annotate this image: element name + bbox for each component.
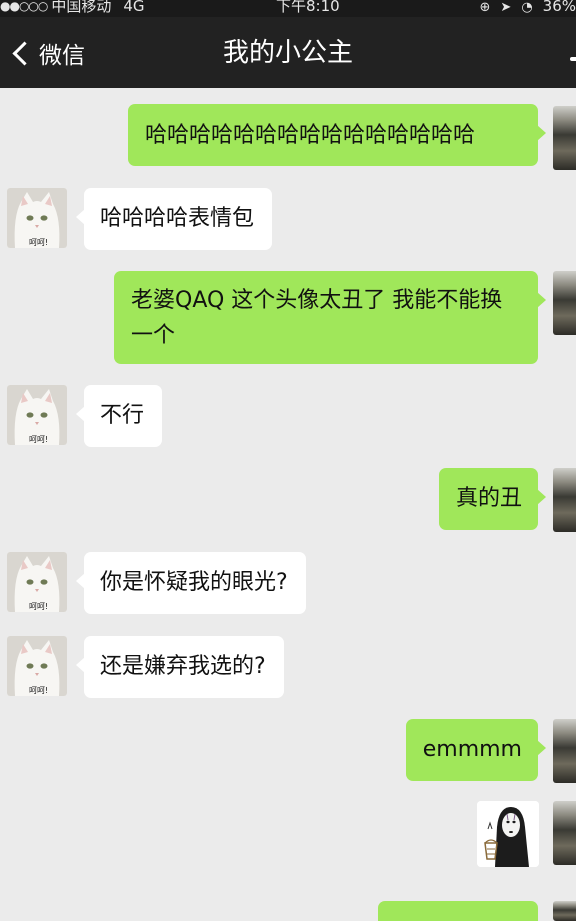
my-avatar[interactable]: [553, 801, 576, 865]
message-text: 你是怀疑我的眼光?: [100, 570, 288, 595]
status-left: ●●○○○ 中国移动 4G: [0, 0, 145, 15]
message-text: 哈哈哈哈表情包: [100, 206, 254, 231]
avatar-caption: 呵呵!: [29, 238, 48, 247]
contact-avatar[interactable]: 呵呵!: [7, 552, 67, 612]
alarm-icon: ◔: [521, 0, 532, 16]
my-avatar[interactable]: [553, 106, 576, 170]
no-face-sticker[interactable]: [477, 801, 539, 867]
more-options-icon[interactable]: [570, 57, 576, 61]
contact-avatar[interactable]: 呵呵!: [7, 636, 67, 696]
chat-messages[interactable]: 哈哈哈哈哈哈哈哈哈哈哈哈哈哈哈 呵呵! 哈哈哈哈表情包 老婆QAQ 这个头像太丑…: [0, 88, 576, 910]
signal-strength-icon: ●●○○○: [0, 0, 47, 13]
location-arrow-icon: ➤: [500, 0, 511, 16]
network-type: 4G: [123, 0, 144, 15]
message-text: 不行: [100, 403, 144, 428]
message-bubble-outgoing[interactable]: 老婆QAQ 这个头像太丑了 我能不能换一个: [114, 271, 538, 364]
message-bubble-outgoing[interactable]: 真的丑: [439, 468, 538, 530]
nav-bar: 微信 我的小公主: [0, 17, 576, 88]
battery-percent: 36%: [543, 0, 576, 15]
status-time: 下午8:10: [276, 0, 340, 15]
message-text: emmmm: [423, 737, 522, 762]
rotation-lock-icon: ⊕: [480, 0, 491, 16]
status-right: ⊕ ➤ ◔ 36%: [480, 0, 576, 16]
message-text: 哈哈哈哈哈哈哈哈哈哈哈哈哈哈哈: [145, 123, 475, 148]
message-bubble-incoming[interactable]: 还是嫌弃我选的?: [84, 636, 284, 698]
message-bubble-incoming[interactable]: 你是怀疑我的眼光?: [84, 552, 306, 614]
cat-face-icon: 呵呵!: [7, 636, 67, 696]
my-avatar[interactable]: [553, 901, 576, 921]
my-avatar[interactable]: [553, 719, 576, 783]
message-bubble-outgoing[interactable]: 哈哈哈哈哈哈哈哈哈哈哈哈哈哈哈: [128, 104, 538, 166]
avatar-caption: 呵呵!: [29, 435, 48, 444]
message-text: 真的丑: [456, 486, 522, 511]
cat-face-icon: 呵呵!: [7, 385, 67, 445]
message-bubble-incoming[interactable]: 不行: [84, 385, 162, 447]
avatar-caption: 呵呵!: [29, 686, 48, 695]
message-text: 还是嫌弃我选的?: [100, 654, 266, 679]
chat-title: 我的小公主: [0, 33, 576, 73]
status-bar: ●●○○○ 中国移动 4G 下午8:10 ⊕ ➤ ◔ 36%: [0, 0, 576, 17]
my-avatar[interactable]: [553, 468, 576, 532]
no-face-sticker-icon: [477, 801, 539, 867]
message-bubble-outgoing-partial[interactable]: [378, 901, 538, 921]
avatar-caption: 呵呵!: [29, 602, 48, 611]
carrier-name: 中国移动: [51, 0, 111, 15]
contact-avatar[interactable]: 呵呵!: [7, 188, 67, 248]
cat-face-icon: 呵呵!: [7, 188, 67, 248]
message-bubble-incoming[interactable]: 哈哈哈哈表情包: [84, 188, 272, 250]
message-text: 老婆QAQ 这个头像太丑了 我能不能换一个: [131, 288, 502, 348]
message-bubble-outgoing[interactable]: emmmm: [406, 719, 538, 781]
contact-avatar[interactable]: 呵呵!: [7, 385, 67, 445]
cat-face-icon: 呵呵!: [7, 552, 67, 612]
my-avatar[interactable]: [553, 271, 576, 335]
